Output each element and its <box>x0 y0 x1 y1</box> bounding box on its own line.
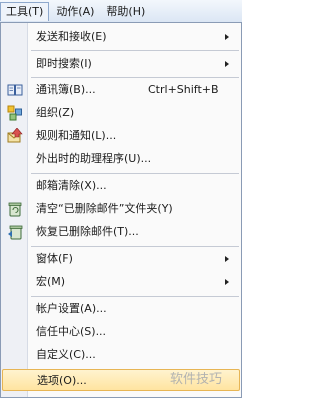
menu-tools[interactable]: 工具(T) <box>0 1 50 21</box>
watermark: 软件技巧 <box>170 372 223 387</box>
menu-item-label: 窗体(F) <box>36 252 73 265</box>
submenu-arrow-icon <box>225 256 229 262</box>
menu-item-label: 帐户设置(A)... <box>36 302 107 315</box>
menu-actions[interactable]: 动作(A) <box>51 2 99 21</box>
menu-bar: 工具(T) 动作(A) 帮助(H) <box>0 0 242 23</box>
menu-separator <box>31 77 239 78</box>
tools-dropdown-menu: 发送和接收(E) 即时搜索(I) 通讯簿(B)... Ctrl+Shift+B <box>0 22 242 398</box>
menu-item-empty-deleted[interactable]: 清空“已删除邮件”文件夹(Y) <box>2 198 240 220</box>
submenu-arrow-icon <box>225 279 229 285</box>
menu-item-forms[interactable]: 窗体(F) <box>2 248 240 270</box>
organize-icon <box>7 105 23 121</box>
menu-item-macros[interactable]: 宏(M) <box>2 271 240 293</box>
menu-item-organize[interactable]: 组织(Z) <box>2 102 240 124</box>
menu-item-label: 清空“已删除邮件”文件夹(Y) <box>36 202 173 215</box>
menu-item-label: 自定义(C)... <box>36 348 96 361</box>
menu-item-recover-deleted[interactable]: 恢复已删除邮件(T)... <box>2 221 240 243</box>
menu-item-label: 外出时的助理程序(U)... <box>36 152 152 165</box>
menu-item-customize[interactable]: 自定义(C)... <box>2 344 240 366</box>
menu-item-label: 规则和通知(L)... <box>36 129 117 142</box>
menu-item-send-receive[interactable]: 发送和接收(E) <box>2 26 240 48</box>
submenu-arrow-icon <box>225 61 229 67</box>
menu-item-account-settings[interactable]: 帐户设置(A)... <box>2 298 240 320</box>
menu-item-mailbox-cleanup[interactable]: 邮箱清除(X)... <box>2 175 240 197</box>
recover-deleted-icon <box>7 224 23 240</box>
menu-item-label: 宏(M) <box>36 275 66 288</box>
menu-item-label: 通讯簿(B)... <box>36 83 96 96</box>
menu-item-rules-alerts[interactable]: 规则和通知(L)... <box>2 125 240 147</box>
menu-separator <box>31 173 239 174</box>
address-book-icon <box>7 82 23 98</box>
menu-item-label: 即时搜索(I) <box>36 57 92 70</box>
menu-separator <box>31 246 239 247</box>
menu-item-instant-search[interactable]: 即时搜索(I) <box>2 53 240 75</box>
empty-trash-icon <box>7 201 23 217</box>
menu-separator <box>31 296 239 297</box>
menu-item-label: 发送和接收(E) <box>36 30 107 43</box>
menu-separator <box>31 50 239 51</box>
menu-help[interactable]: 帮助(H) <box>101 2 150 21</box>
menu-item-trust-center[interactable]: 信任中心(S)... <box>2 321 240 343</box>
shortcut-text: Ctrl+Shift+B <box>148 83 219 96</box>
menu-item-label: 选项(O)... <box>37 374 87 387</box>
rules-icon <box>7 127 23 144</box>
menu-item-label: 信任中心(S)... <box>36 325 107 338</box>
menu-item-label: 组织(Z) <box>36 106 75 119</box>
menu-item-label: 恢复已删除邮件(T)... <box>36 225 139 238</box>
menu-item-address-book[interactable]: 通讯簿(B)... Ctrl+Shift+B <box>2 79 240 101</box>
submenu-arrow-icon <box>225 34 229 40</box>
menu-item-out-of-office[interactable]: 外出时的助理程序(U)... <box>2 148 240 170</box>
menu-item-label: 邮箱清除(X)... <box>36 179 107 192</box>
